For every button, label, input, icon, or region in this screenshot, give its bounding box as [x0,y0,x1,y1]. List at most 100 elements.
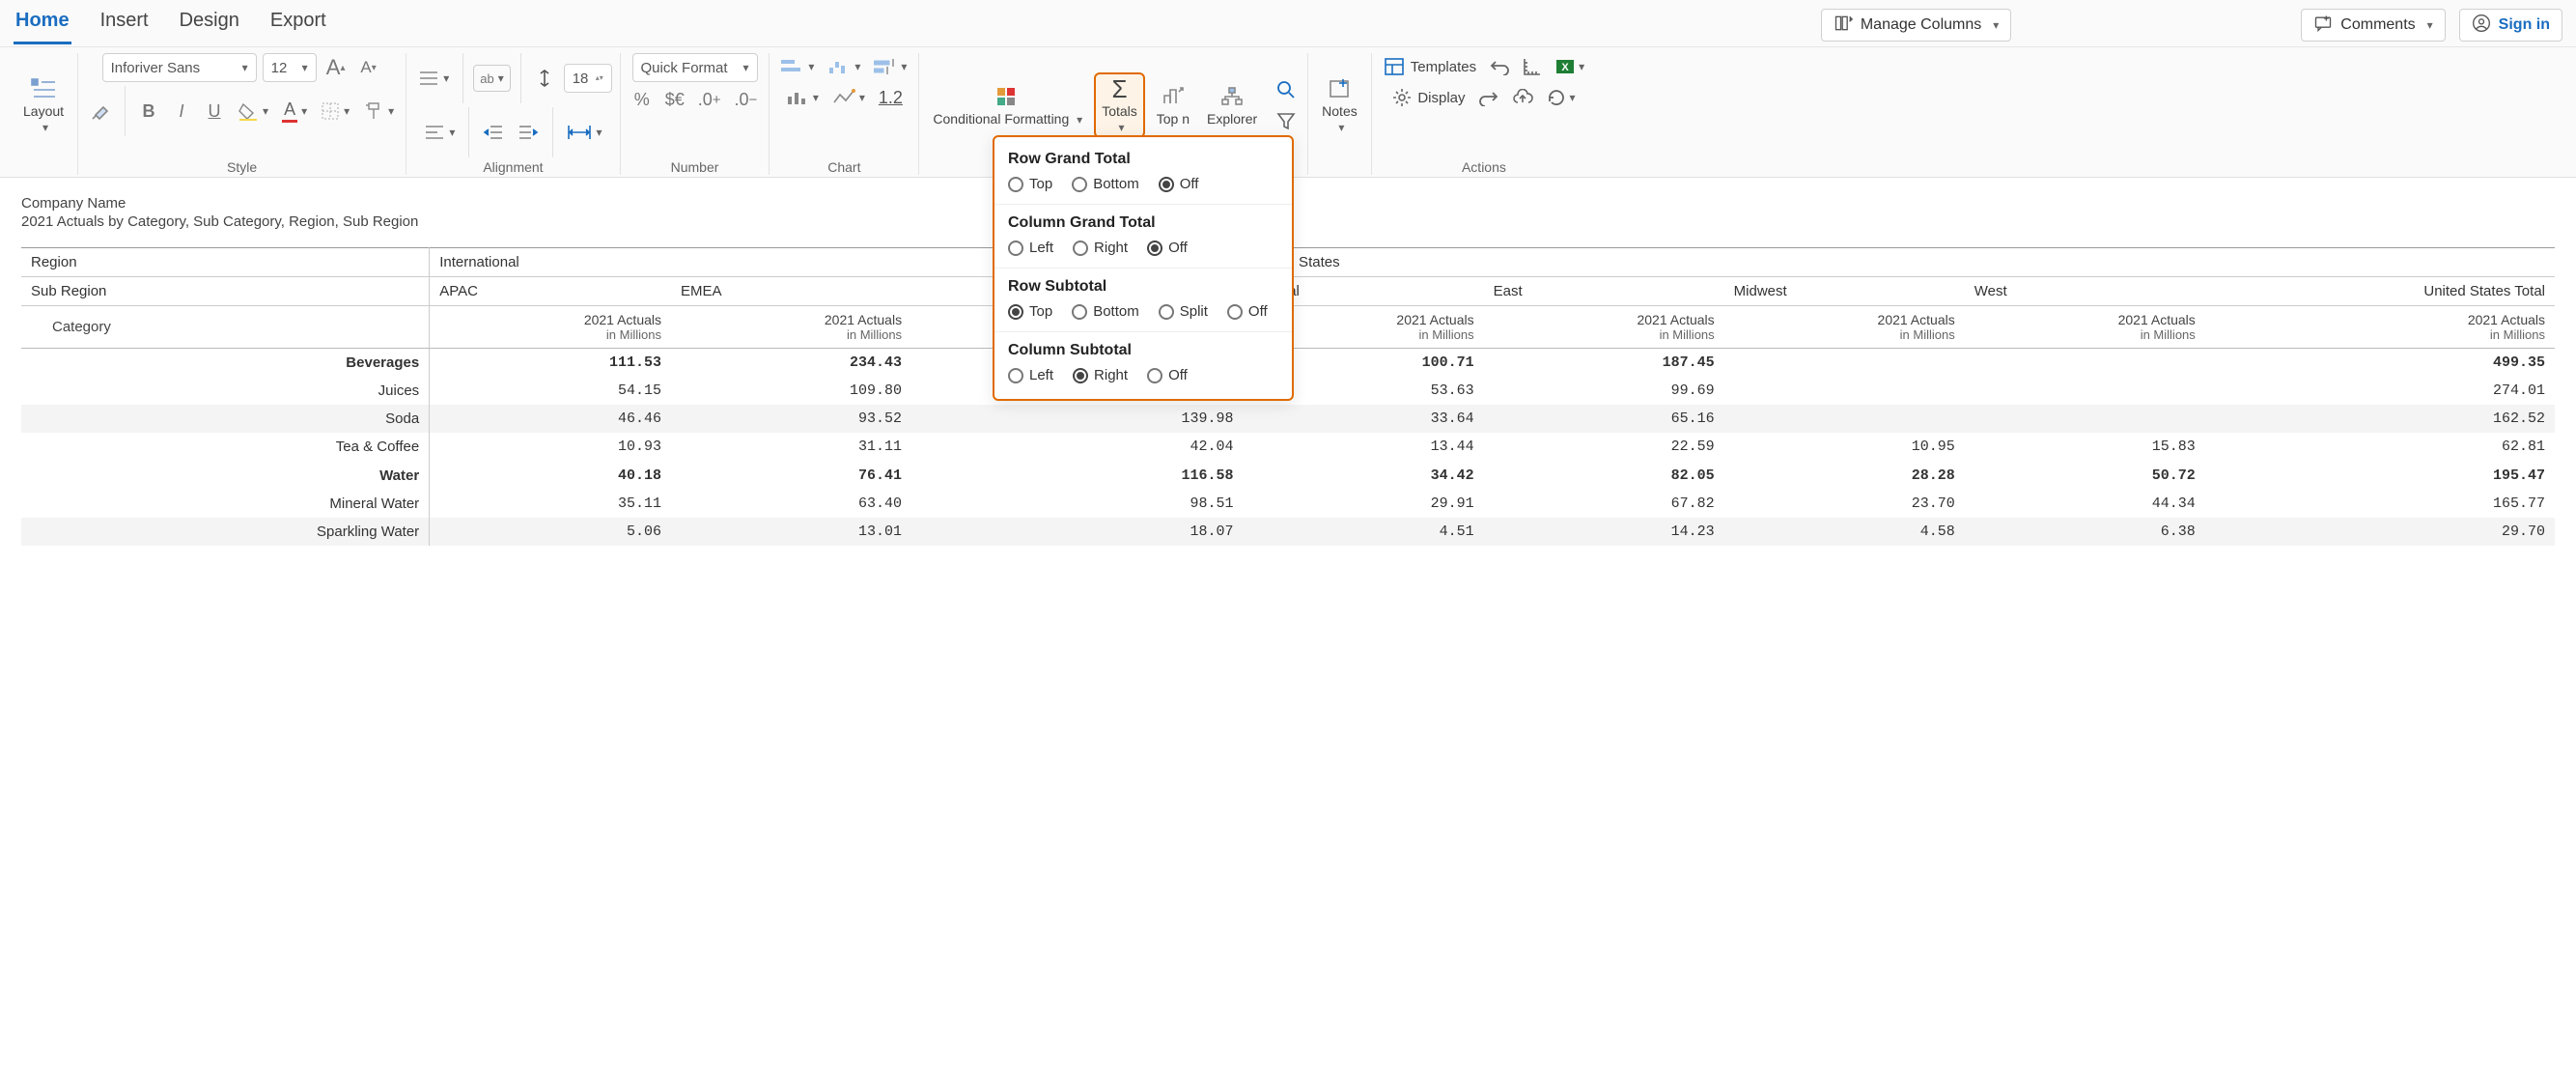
waterfall-icon[interactable]: ▾ [824,53,864,80]
row-grand-total-section: Row Grand Total Top Bottom Off [994,141,1292,205]
cloud-upload-icon[interactable] [1508,84,1537,111]
explorer-button[interactable]: Explorer [1201,82,1263,128]
sparkline-icon[interactable]: ▾ [828,84,869,111]
undo-icon[interactable] [1486,53,1513,80]
ratio-value[interactable]: 1.2 [875,84,907,111]
templates-label: Templates [1411,59,1476,75]
tab-insert[interactable]: Insert [98,6,151,44]
halign-icon[interactable]: ▾ [420,119,459,146]
signin-button[interactable]: Sign in [2459,9,2562,42]
subregion-midwest[interactable]: Midwest [1724,277,1965,306]
subregion-us-total[interactable]: United States Total [2205,277,2555,306]
row-subtotal-split[interactable]: Split [1159,303,1208,320]
ribbon-group-notes: Notes ▾ [1308,53,1372,175]
percent-icon[interactable]: % [629,86,656,113]
cell-value: 54.15 [430,377,671,405]
region-us[interactable]: United States [1244,248,2555,277]
totals-button[interactable]: Σ Totals ▾ [1094,72,1145,138]
table-row[interactable]: Soda46.4693.52139.9833.6465.16162.52 [21,405,2555,433]
ribbon-group-style: Inforiver Sans▾ 12▾ A▴ A▾ B I U ▾ [78,53,406,175]
tab-home[interactable]: Home [14,6,71,44]
chevron-down-icon: ▾ [808,60,814,73]
column-subtotal-off[interactable]: Off [1147,367,1188,383]
clear-format-icon[interactable] [86,98,115,125]
templates-button[interactable]: Templates [1380,53,1480,80]
format-painter-icon[interactable]: ▾ [359,98,398,125]
font-size-select[interactable]: 12▾ [263,53,317,82]
table-row[interactable]: Sparkling Water5.0613.0118.074.5114.234.… [21,518,2555,546]
decrease-decimal-icon[interactable]: .0− [731,86,762,113]
column-grand-total-section: Column Grand Total Left Right Off [994,205,1292,269]
underline-icon[interactable]: U [201,98,228,125]
comments-button[interactable]: Comments ▾ [2301,9,2445,42]
ruler-icon[interactable] [1519,53,1546,80]
display-button[interactable]: Display [1388,84,1469,111]
fill-color-icon[interactable]: ▾ [234,98,272,125]
tab-export[interactable]: Export [268,6,328,44]
indent-decrease-icon[interactable] [479,119,508,146]
bullet-chart-icon[interactable]: ▾ [870,53,910,80]
subregion-west[interactable]: West [1965,277,2205,306]
comment-icon [2313,14,2333,38]
cell-value: 10.95 [1724,433,1965,462]
manage-columns-button[interactable]: Manage Columns ▾ [1821,9,2011,42]
line-spacing-icon[interactable] [531,65,558,92]
column-grand-total-right[interactable]: Right [1073,240,1128,256]
search-icon[interactable] [1273,76,1300,103]
row-subtotal-off[interactable]: Off [1227,303,1268,320]
measure-emea: 2021 Actualsin Millions [671,306,911,349]
table-row[interactable]: Water40.1876.41116.5834.4282.0528.2850.7… [21,462,2555,491]
row-grand-total-bottom[interactable]: Bottom [1072,176,1139,192]
cell-value: 28.28 [1724,462,1965,491]
column-grand-total-off[interactable]: Off [1147,240,1188,256]
notes-button[interactable]: Notes ▾ [1316,74,1363,136]
row-subtotal-bottom[interactable]: Bottom [1072,303,1139,320]
table-row[interactable]: Mineral Water35.1163.4098.5129.9167.8223… [21,490,2555,518]
measure-apac: 2021 Actualsin Millions [430,306,671,349]
currency-icon[interactable]: $€ [661,86,688,113]
stepper-icon: ▴▾ [596,74,603,82]
cell-value: 35.11 [430,490,671,518]
row-label: Water [21,462,430,491]
excel-icon[interactable]: X▾ [1552,53,1588,80]
chevron-down-icon: ▾ [1570,91,1576,104]
layout-dropdown[interactable]: Layout ▾ [17,74,70,136]
borders-icon[interactable]: ▾ [317,98,353,125]
subregion-apac[interactable]: APAC [430,277,671,306]
column-chart-icon[interactable]: ▾ [782,84,823,111]
row-grand-total-top[interactable]: Top [1008,176,1052,192]
topn-button[interactable]: Top n [1151,82,1195,128]
table-row[interactable]: Tea & Coffee10.9331.1142.0413.4422.5910.… [21,433,2555,462]
column-subtotal-left[interactable]: Left [1008,367,1053,383]
subregion-emea[interactable]: EMEA [671,277,911,306]
font-shrink-icon[interactable]: A▾ [355,54,382,81]
increase-decimal-icon[interactable]: .0+ [694,86,725,113]
row-subtotal-top[interactable]: Top [1008,303,1052,320]
font-color-icon[interactable]: A▾ [278,98,311,125]
refresh-icon[interactable]: ▾ [1543,84,1580,111]
filter-icon[interactable] [1273,107,1300,134]
svg-text:X: X [1561,62,1569,73]
category-header: Category [21,306,430,349]
row-grand-total-off[interactable]: Off [1159,176,1199,192]
font-grow-icon[interactable]: A▴ [322,54,350,81]
column-subtotal-right[interactable]: Right [1073,367,1128,383]
italic-icon[interactable]: I [168,98,195,125]
subregion-east[interactable]: East [1484,277,1724,306]
quick-format-select[interactable]: Quick Format▾ [632,53,758,82]
cell-value: 22.59 [1484,433,1724,462]
subregion-header: Sub Region [21,277,430,306]
valign-icon[interactable]: ▾ [414,65,453,92]
conditional-formatting-button[interactable]: Conditional Formatting ▾ [927,82,1088,128]
indent-increase-icon[interactable] [514,119,543,146]
ribbon-group-actions: Templates X▾ Display ▾ Actions [1372,53,1596,175]
line-spacing-value[interactable]: 18 ▴▾ [564,64,612,93]
bar-chart-icon[interactable]: ▾ [777,53,818,80]
redo-icon[interactable] [1475,84,1502,111]
font-name-select[interactable]: Inforiver Sans▾ [102,53,257,82]
fit-width-icon[interactable]: ▾ [563,119,605,146]
tab-design[interactable]: Design [178,6,241,44]
column-grand-total-left[interactable]: Left [1008,240,1053,256]
wrap-text-icon[interactable]: ab▾ [473,65,511,92]
bold-icon[interactable]: B [135,98,162,125]
